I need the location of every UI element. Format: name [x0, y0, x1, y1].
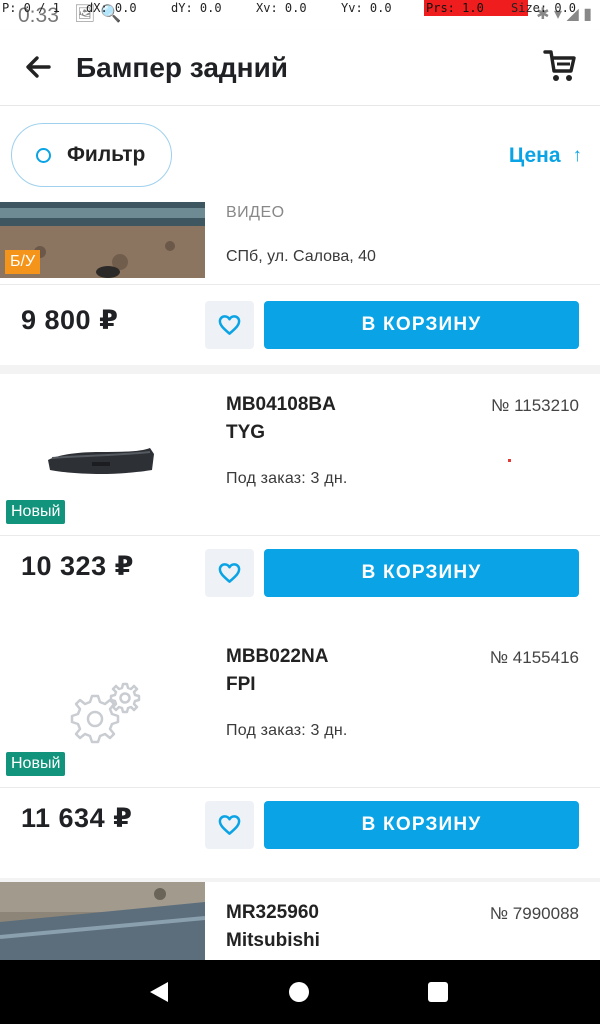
add-to-cart-button[interactable]: В КОРЗИНУ	[264, 301, 579, 349]
debug-yv: Yv: 0.0	[341, 1, 392, 15]
filter-sort-bar: Фильтр Цена ↑	[0, 106, 600, 202]
availability: Под заказ: 3 дн.	[226, 722, 348, 739]
debug-dy: dY: 0.0	[171, 1, 222, 15]
debug-pointer: P: 0 / 1	[2, 1, 60, 15]
seller-address: СПб, ул. Салова, 40	[226, 248, 376, 265]
status-bar: 0:33 🖼 🔍 ✱ ▾ ◢ ▮ P: 0 / 1 dX: 0.0 dY: 0.…	[0, 0, 600, 30]
heart-icon	[218, 315, 241, 335]
debug-xv: Xv: 0.0	[256, 1, 307, 15]
product-sku: MBB022NA	[226, 646, 329, 667]
new-badge: Новый	[6, 500, 66, 524]
product-brand: TYG	[226, 422, 266, 443]
sort-label: Цена	[508, 144, 561, 167]
add-to-cart-button[interactable]: В КОРЗИНУ	[264, 801, 579, 849]
product-photo[interactable]	[0, 882, 205, 960]
product-sku: MB04108BA	[226, 394, 336, 415]
new-badge: Новый	[6, 752, 66, 776]
arrow-left-icon	[26, 56, 51, 78]
filter-label: Фильтр	[67, 143, 146, 166]
heart-icon	[218, 815, 241, 835]
arrow-up-icon: ↑	[572, 145, 583, 166]
radio-circle-icon	[36, 148, 51, 163]
heart-icon	[218, 563, 241, 583]
availability: Под заказ: 3 дн.	[226, 470, 348, 487]
nav-back-icon[interactable]	[148, 980, 170, 1004]
favorite-button[interactable]	[205, 301, 254, 349]
price: 10 323 ₽	[21, 551, 134, 581]
price: 9 800 ₽	[21, 305, 119, 335]
product-list[interactable]: Б/У ВИДЕО СПб, ул. Салова, 40 9 800 ₽ В …	[0, 202, 600, 960]
debug-size: Size: 0.0	[511, 1, 577, 15]
back-button[interactable]	[22, 50, 56, 84]
card-divider	[0, 787, 600, 788]
favorite-button[interactable]	[205, 549, 254, 597]
app-bar: Бампер задний	[0, 30, 600, 106]
video-label[interactable]: ВИДЕО	[226, 204, 285, 222]
product-card[interactable]: Новый MB04108BA TYG № 1153210 Под заказ:…	[0, 374, 600, 626]
product-number: № 4155416	[489, 648, 579, 667]
nav-recents-icon[interactable]	[428, 982, 448, 1002]
status-dot	[508, 459, 511, 462]
product-brand: Mitsubishi	[226, 930, 320, 951]
sort-by-price-button[interactable]: Цена ↑	[509, 144, 582, 168]
product-number: № 1153210	[491, 396, 579, 415]
add-to-cart-button[interactable]: В КОРЗИНУ	[264, 549, 579, 597]
pointer-debug-overlay: P: 0 / 1 dX: 0.0 dY: 0.0 Xv: 0.0 Yv: 0.0…	[0, 0, 600, 16]
product-card[interactable]: Новый MBB022NA FPI № 4155416 Под заказ: …	[0, 626, 600, 878]
card-divider	[0, 535, 600, 536]
cart-button[interactable]	[542, 47, 578, 85]
product-card[interactable]: MR325960 Mitsubishi № 7990088	[0, 882, 600, 960]
favorite-button[interactable]	[205, 801, 254, 849]
product-sku: MR325960	[226, 902, 319, 923]
system-nav-bar	[0, 960, 600, 1024]
price: 11 634 ₽	[21, 803, 133, 833]
page-title: Бампер задний	[76, 52, 289, 83]
used-badge: Б/У	[5, 250, 41, 274]
shopping-cart-icon	[543, 50, 576, 81]
debug-dx: dX: 0.0	[86, 1, 137, 15]
screen: 0:33 🖼 🔍 ✱ ▾ ◢ ▮ P: 0 / 1 dX: 0.0 dY: 0.…	[0, 0, 600, 1024]
product-brand: FPI	[226, 674, 256, 695]
filter-button[interactable]: Фильтр	[11, 123, 172, 187]
nav-home-icon[interactable]	[289, 982, 309, 1002]
product-number: № 7990088	[489, 904, 579, 923]
price-row: 9 800 ₽ В КОРЗИНУ	[0, 285, 600, 365]
